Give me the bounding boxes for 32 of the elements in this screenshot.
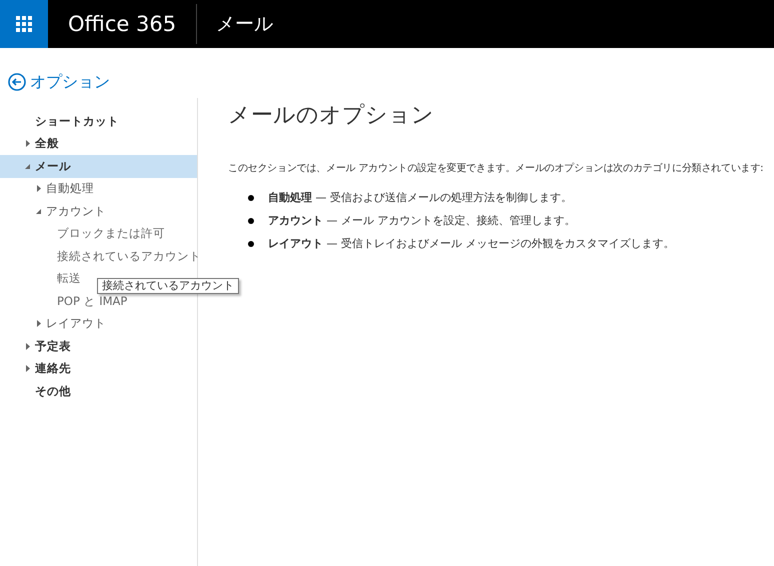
- back-link[interactable]: オプション: [0, 48, 110, 98]
- nav-item[interactable]: 自動処理: [0, 178, 197, 200]
- app-launcher-button[interactable]: [0, 0, 48, 48]
- grid-icon: [16, 16, 32, 32]
- collapsed-arrow-icon[interactable]: [35, 320, 42, 328]
- bullet-icon: [248, 194, 254, 201]
- nav-item[interactable]: アカウント: [0, 200, 197, 222]
- bullet-text: アカウント — メール アカウントを設定、接続、管理します。: [268, 212, 576, 229]
- bullet-text: レイアウト — 受信トレイおよびメール メッセージの外観をカスタマイズします。: [268, 236, 674, 252]
- app-title: メール: [215, 12, 274, 37]
- nav-item[interactable]: 連絡先: [0, 358, 197, 380]
- nav-item[interactable]: レイアウト: [0, 312, 197, 335]
- nav-item[interactable]: 予定表: [0, 335, 197, 358]
- expanded-arrow-icon[interactable]: [24, 162, 31, 170]
- brand-title: Office 365: [67, 11, 178, 38]
- collapsed-arrow-icon[interactable]: [35, 185, 42, 192]
- bullet-text: 自動処理 — 受信および送信メールの処理方法を制御します。: [268, 190, 572, 206]
- expanded-arrow-icon[interactable]: [35, 208, 42, 215]
- collapsed-arrow-icon[interactable]: [24, 342, 31, 350]
- nav-item[interactable]: メール: [0, 155, 197, 178]
- collapsed-arrow-icon[interactable]: [24, 365, 31, 372]
- page-title: メールのオプション: [228, 103, 435, 130]
- bullet-icon: [248, 240, 254, 247]
- nav-item[interactable]: 接続されているアカウント: [0, 245, 197, 268]
- nav-item[interactable]: 全般: [0, 132, 197, 155]
- nav-item[interactable]: その他: [0, 380, 197, 402]
- tooltip: 接続されているアカウント: [97, 278, 239, 294]
- nav-item[interactable]: ブロックまたは許可: [0, 222, 197, 245]
- collapsed-arrow-icon[interactable]: [24, 140, 31, 148]
- bullet-icon: [248, 218, 254, 224]
- nav-item[interactable]: ショートカット: [0, 110, 197, 132]
- intro-text: このセクションでは、メール アカウントの設定を変更できます。メールのオプションは次のカテゴリに分類されています:: [228, 162, 764, 176]
